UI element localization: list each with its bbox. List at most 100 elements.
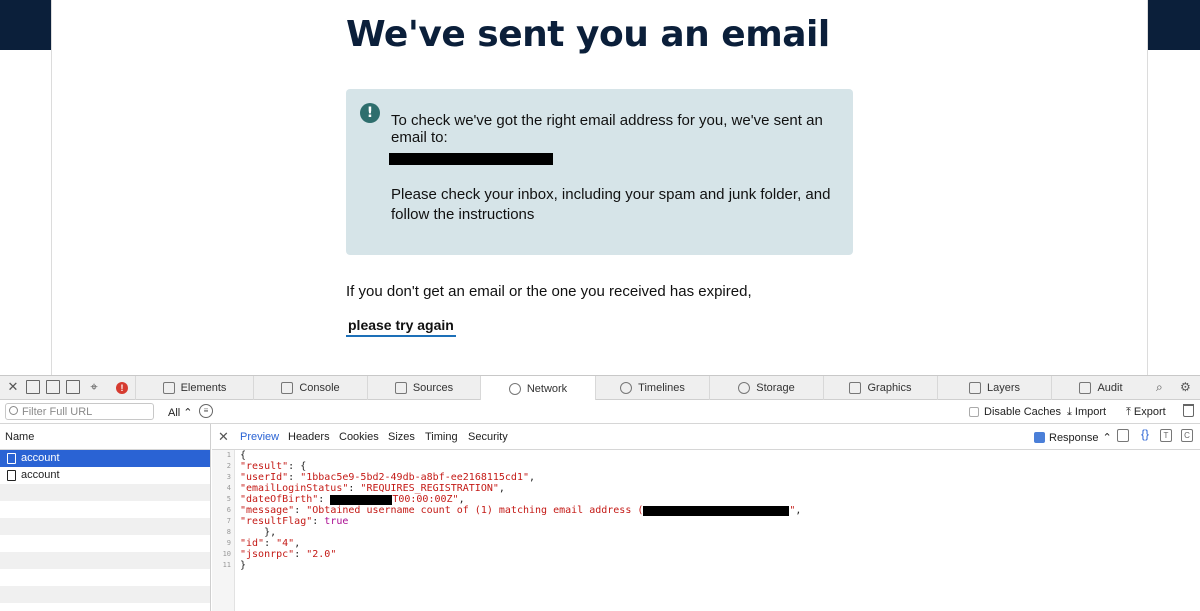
web-inspector: ✕ ⌖ ! Elements Console Sources Network T… [0, 375, 1200, 611]
tab-network[interactable]: Network [480, 376, 595, 401]
error-indicator-icon[interactable]: ! [116, 382, 128, 394]
json-string: "Obtained username count of (1) matching… [306, 505, 644, 516]
tab-console[interactable]: Console [253, 376, 367, 400]
request-name: account [21, 469, 60, 481]
close-detail-icon[interactable]: ✕ [218, 429, 229, 445]
elements-icon [162, 382, 175, 394]
request-list: Name account account [0, 424, 211, 611]
export-button[interactable]: ⤒ Export [1126, 406, 1166, 419]
tab-headers[interactable]: Headers [288, 431, 330, 443]
response-tab-bar: ✕ Preview Headers Cookies Sizes Timing S… [212, 424, 1200, 450]
request-row[interactable]: account [0, 450, 210, 467]
resource-type-label: All [168, 407, 181, 419]
empty-row [0, 518, 210, 535]
tab-preview[interactable]: Preview [240, 431, 279, 443]
page-title: We've sent you an email [346, 14, 830, 55]
disable-caches-label: Disable Caches [984, 406, 1062, 418]
code-line: } [240, 560, 801, 571]
json-code: { "result": { "userId": "1bbac5e9-5bd2-4… [240, 450, 801, 571]
empty-row [0, 501, 210, 518]
code-line: "emailLoginStatus": "REQUIRES_REGISTRATI… [240, 483, 505, 494]
json-string: " [789, 505, 796, 516]
chevron-updown-icon: ⌃ [1102, 432, 1112, 444]
line-number: 11 [222, 561, 231, 569]
tab-cookies[interactable]: Cookies [339, 431, 379, 443]
tab-timelines[interactable]: Timelines [595, 376, 709, 400]
resource-type-select[interactable]: All ⌃ [168, 406, 193, 419]
json-key: "message" [240, 505, 295, 516]
tab-sizes[interactable]: Sizes [388, 431, 415, 443]
disable-caches-checkbox[interactable] [969, 407, 979, 417]
redacted-email-address [643, 505, 790, 516]
export-label: Export [1133, 406, 1166, 418]
pretty-print-icon[interactable]: {} [1139, 428, 1151, 442]
response-panel: ✕ Preview Headers Cookies Sizes Timing S… [212, 424, 1200, 611]
tab-elements[interactable]: Elements [135, 376, 253, 400]
json-boolean: true [324, 516, 349, 527]
json-key: "userId" [240, 472, 289, 483]
import-button[interactable]: ⤓ Import [1067, 406, 1106, 419]
request-row[interactable]: account [0, 467, 210, 484]
notice-instructions-text: Please check your inbox, including your … [391, 186, 831, 223]
text-wrap-icon[interactable]: T [1160, 429, 1172, 442]
line-number: 4 [226, 484, 231, 492]
console-icon [281, 382, 294, 394]
tab-timing[interactable]: Timing [425, 431, 458, 443]
header-band-right [1148, 0, 1200, 50]
redacted-email-address [389, 153, 553, 165]
line-number: 3 [226, 473, 231, 481]
json-string: "REQUIRES_REGISTRATION" [360, 483, 499, 494]
json-key: "result" [240, 461, 289, 472]
response-mode-select[interactable]: Response ⌃ [1034, 431, 1112, 444]
json-key: "jsonrpc" [240, 549, 295, 560]
network-filter-bar: All ⌃ ≡ Disable Caches ⤓ Import ⤒ Export [0, 400, 1200, 424]
tab-graphics[interactable]: Graphics [823, 376, 937, 400]
exclamation-icon: ! [360, 103, 380, 123]
page-border-left [51, 0, 52, 375]
line-number: 10 [222, 550, 231, 558]
tab-layers[interactable]: Layers [937, 376, 1051, 400]
network-icon [508, 382, 521, 395]
json-string: "4" [276, 538, 295, 549]
tab-storage[interactable]: Storage [709, 376, 823, 400]
code-line: "id": "4", [240, 538, 301, 549]
line-number: 7 [226, 517, 231, 525]
dock-left-icon[interactable] [26, 380, 40, 394]
audit-icon [1079, 382, 1092, 394]
expired-email-text: If you don't get an email or the one you… [346, 283, 752, 300]
line-number: 8 [226, 528, 231, 536]
tab-audit[interactable]: Audit [1051, 376, 1150, 400]
json-key: "resultFlag" [240, 516, 313, 527]
crosshair-icon[interactable]: ⌖ [87, 380, 101, 394]
dock-bottom-icon[interactable] [46, 380, 60, 394]
line-number: 6 [226, 506, 231, 514]
search-icon[interactable]: ⌕ [1156, 380, 1163, 395]
document-icon [7, 470, 16, 481]
json-key: "emailLoginStatus" [240, 483, 349, 494]
json-punct: { [240, 450, 247, 461]
gear-icon[interactable]: ⚙ [1180, 380, 1191, 394]
filter-url-input[interactable] [5, 403, 154, 420]
code-line: "resultFlag": true [240, 516, 349, 527]
disable-caches-toggle[interactable]: Disable Caches [969, 406, 1061, 418]
email-sent-notice: ! To check we've got the right email add… [346, 89, 853, 255]
name-column-header[interactable]: Name [0, 424, 210, 450]
tab-timelines-label: Timelines [638, 382, 685, 394]
code-line: "message": "Obtained username count of (… [240, 505, 802, 516]
show-types-icon[interactable]: C [1181, 429, 1193, 442]
trash-icon[interactable] [1183, 404, 1194, 417]
json-key: "dateOfBirth" [240, 494, 319, 505]
line-number: 1 [226, 451, 231, 459]
copy-icon[interactable] [1117, 429, 1129, 442]
tab-sources[interactable]: Sources [367, 376, 480, 400]
tab-security[interactable]: Security [468, 431, 508, 443]
detach-window-icon[interactable] [66, 380, 80, 394]
json-string: T00:00:00Z" [392, 494, 459, 505]
filter-options-icon[interactable]: ≡ [199, 404, 213, 418]
try-again-link[interactable]: please try again [346, 317, 456, 337]
tab-graphics-label: Graphics [867, 382, 912, 394]
close-inspector-icon[interactable]: ✕ [6, 380, 20, 394]
page-border-right [1147, 0, 1148, 375]
line-number: 5 [226, 495, 231, 503]
line-number-gutter: 1 2 3 4 5 6 7 8 9 10 11 [212, 450, 235, 611]
